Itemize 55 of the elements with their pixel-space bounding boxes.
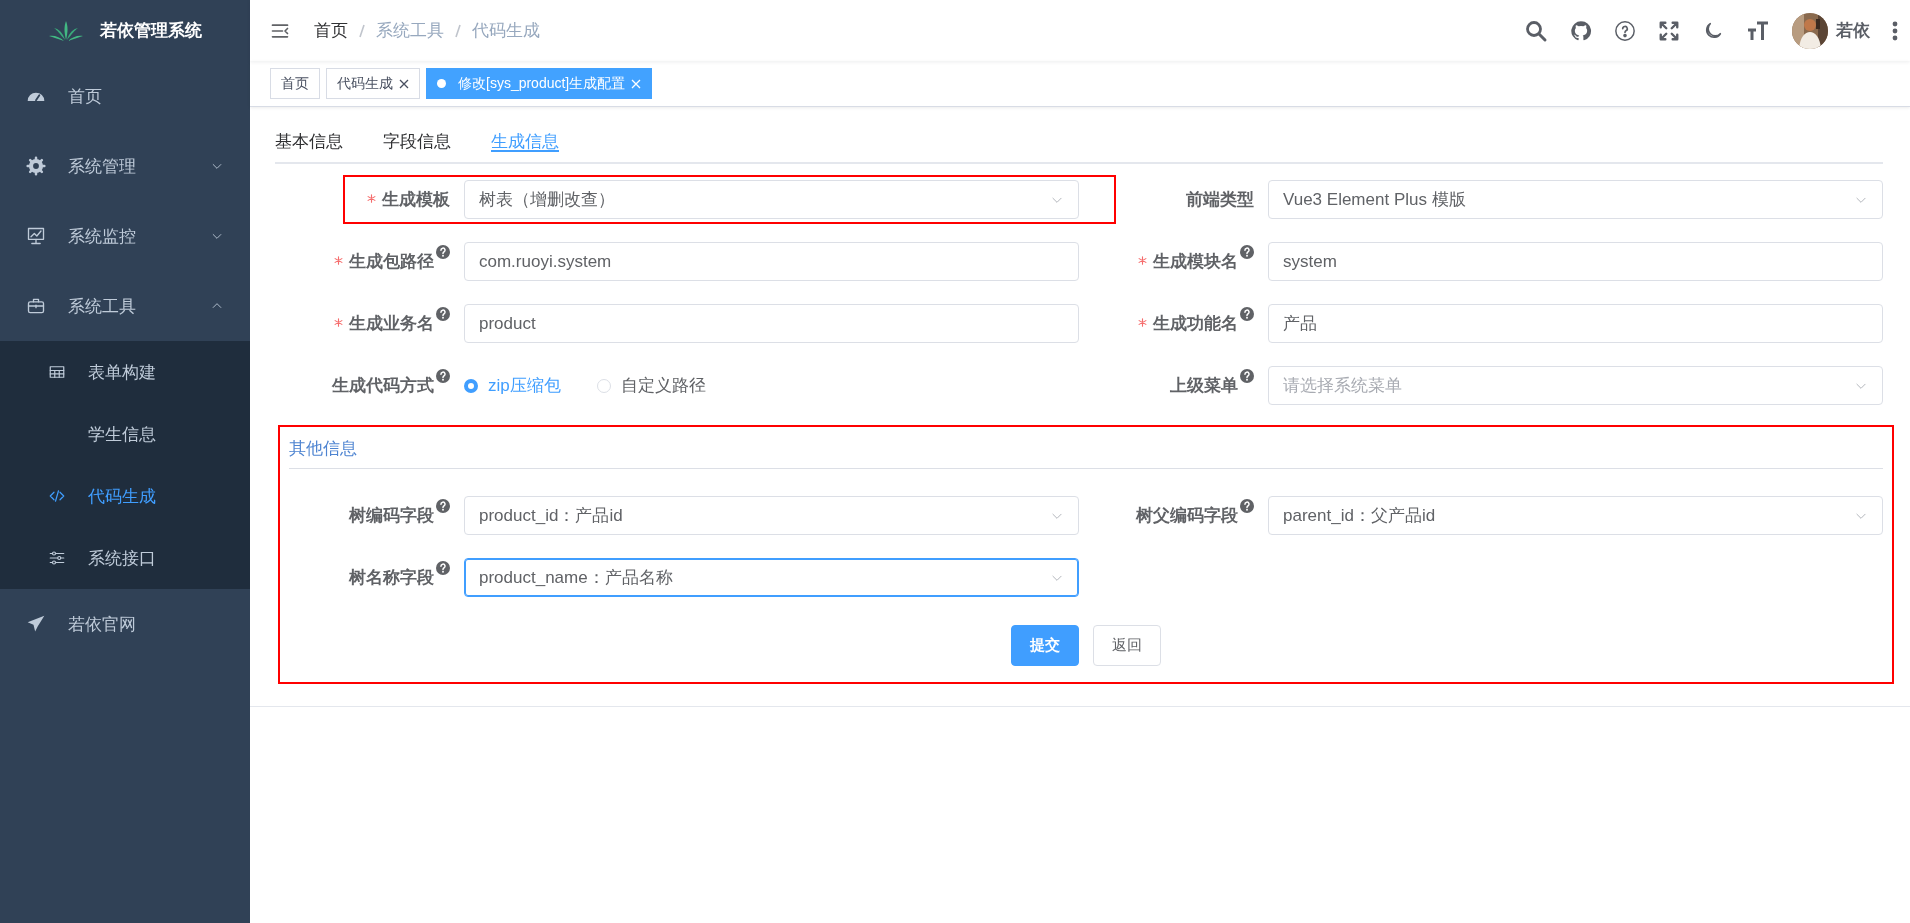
field-label: 生成业务名 xyxy=(349,312,434,335)
tab[interactable]: 基本信息 xyxy=(275,122,343,152)
section-title: 其他信息 xyxy=(289,437,1883,469)
field-label: 生成模块名 xyxy=(1153,250,1238,273)
more-icon xyxy=(1892,19,1898,42)
sidebar-item[interactable]: 系统监控 xyxy=(0,201,250,271)
input-field[interactable]: com.ruoyi.system xyxy=(464,242,1079,281)
field-label: 树名称字段 xyxy=(349,566,434,589)
tag-tab[interactable]: 代码生成 xyxy=(326,68,420,99)
sidebar-item[interactable]: 系统管理 xyxy=(0,131,250,201)
table-icon xyxy=(48,363,66,381)
sliders-icon xyxy=(48,549,66,567)
field-label: 生成功能名 xyxy=(1153,312,1238,335)
field-label: 生成模板 xyxy=(382,188,450,211)
select-field[interactable]: 树表（增删改查） xyxy=(464,180,1079,219)
input-field[interactable]: 产品 xyxy=(1268,304,1883,343)
toolbox-icon xyxy=(26,296,46,316)
slash-icon xyxy=(454,23,462,38)
sidebar-item[interactable]: 系统工具 xyxy=(0,271,250,341)
monitor-icon xyxy=(26,226,46,246)
input-field[interactable]: product xyxy=(464,304,1079,343)
close-icon[interactable] xyxy=(399,78,409,89)
app-title: 若依管理系统 xyxy=(100,20,202,42)
select-field[interactable]: product_id：产品id xyxy=(464,496,1079,535)
fullscreen-icon xyxy=(1658,19,1680,42)
user-name[interactable]: 若依 xyxy=(1836,19,1870,42)
github-icon xyxy=(1570,19,1592,42)
sidebar-item[interactable]: 首页 xyxy=(0,61,250,131)
sidebar-item[interactable]: 代码生成 xyxy=(0,465,250,527)
field-label: 前端类型 xyxy=(1186,188,1254,211)
help-circle-icon xyxy=(1614,19,1636,42)
breadcrumb-item[interactable]: 首页 xyxy=(314,19,348,42)
select-field[interactable]: Vue3 Element Plus 模版 xyxy=(1268,180,1883,219)
dot-icon xyxy=(437,79,446,88)
back-button[interactable]: 返回 xyxy=(1093,625,1161,666)
select-field[interactable]: product_name：产品名称 xyxy=(464,558,1079,597)
field-label: 生成代码方式 xyxy=(332,374,434,397)
field-label: 生成包路径 xyxy=(349,250,434,273)
sidebar-item[interactable]: 系统接口 xyxy=(0,527,250,589)
send-icon xyxy=(26,614,46,634)
field-label: 树父编码字段 xyxy=(1136,504,1238,527)
tag-tab[interactable]: 首页 xyxy=(270,68,320,99)
field-label: 树编码字段 xyxy=(349,504,434,527)
select-field[interactable]: parent_id：父产品id xyxy=(1268,496,1883,535)
gear-icon xyxy=(26,156,46,176)
sidebar-item[interactable]: 若依官网 xyxy=(0,589,250,659)
field-label: 上级菜单 xyxy=(1170,374,1238,397)
radio-option[interactable]: 自定义路径 xyxy=(596,374,706,397)
tab[interactable]: 字段信息 xyxy=(383,122,451,152)
input-field[interactable]: system xyxy=(1268,242,1883,281)
slash-icon xyxy=(358,23,366,38)
search-icon xyxy=(1524,18,1548,43)
code-icon xyxy=(48,487,66,505)
sidebar-item[interactable]: 表单构建 xyxy=(0,341,250,403)
sidebar-item[interactable]: 学生信息 xyxy=(0,403,250,465)
